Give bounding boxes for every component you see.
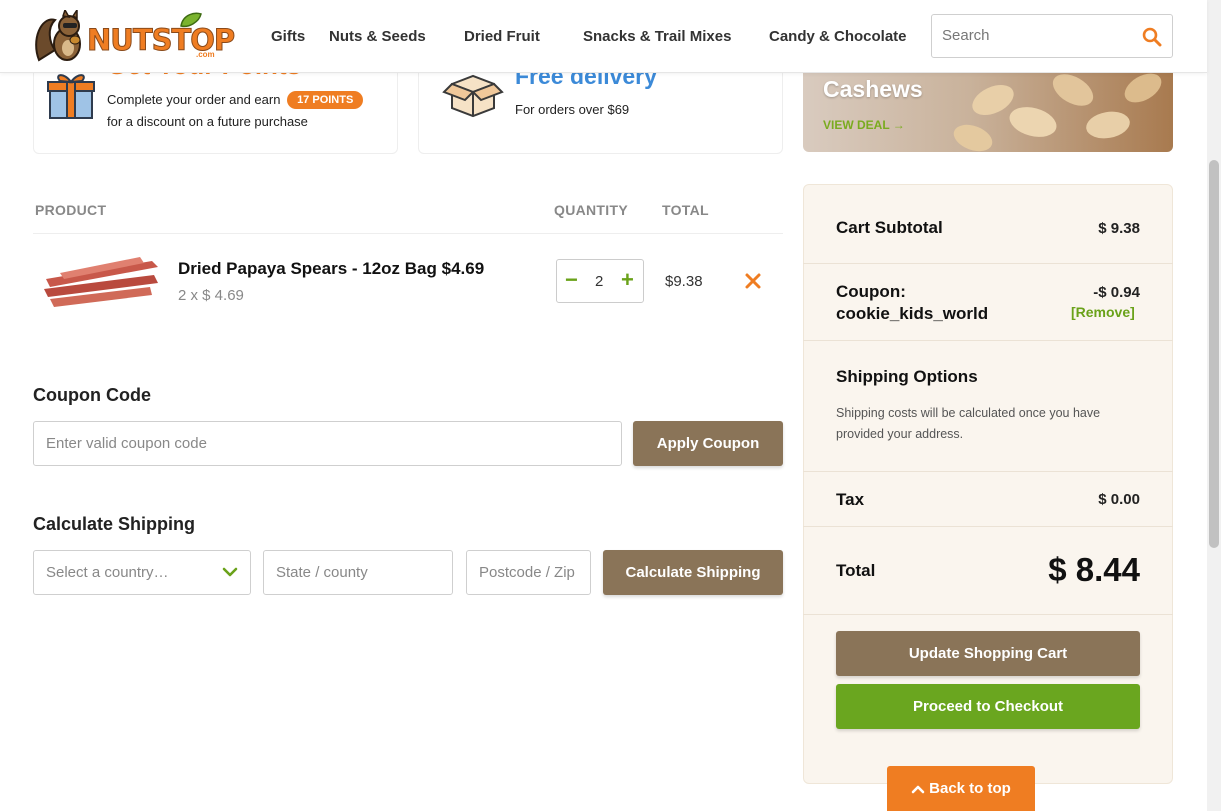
shipping-title: Calculate Shipping (33, 514, 196, 534)
summary-divider (803, 614, 1173, 615)
close-icon[interactable] (744, 272, 762, 290)
cashews-deal-banner[interactable]: Cashews VIEW DEAL → (803, 60, 1173, 152)
chevron-up-icon (911, 785, 925, 793)
coupon-input[interactable]: Enter valid coupon code (33, 421, 622, 466)
cart-page: Get Your Points Complete your order and … (0, 0, 1221, 811)
plus-icon[interactable]: + (621, 268, 634, 292)
checkout-button[interactable]: Proceed to Checkout (836, 684, 1140, 729)
back-to-top-label: Back to top (929, 780, 1011, 797)
quantity-value[interactable]: 2 (595, 273, 603, 290)
line-total: $9.38 (665, 273, 703, 290)
points-text-2: for a discount on a future purchase (107, 114, 308, 129)
squirrel-logo-icon (35, 10, 81, 62)
summary-divider (803, 263, 1173, 264)
nav-snacks-trail-mixes[interactable]: Snacks & Trail Mixes (583, 28, 731, 45)
box-icon (442, 74, 504, 118)
coupon-title: Coupon Code (33, 385, 151, 405)
nav-gifts[interactable]: Gifts (271, 28, 305, 45)
state-field[interactable]: State / county (263, 550, 453, 595)
back-to-top-button[interactable]: Back to top (887, 766, 1035, 811)
total-label: Total (836, 561, 876, 580)
product-thumbnail[interactable] (40, 249, 162, 311)
search-icon[interactable] (1142, 27, 1162, 47)
cashews-image (953, 73, 1162, 152)
summary-divider (803, 340, 1173, 341)
deal-title: Cashews (823, 76, 923, 102)
country-select[interactable]: Select a country… (33, 550, 251, 595)
subtotal-value: $ 9.38 (1098, 220, 1140, 237)
coupon-label: Coupon: (836, 282, 906, 301)
total-value: $ 8.44 (1048, 551, 1140, 588)
minus-icon[interactable]: − (565, 268, 578, 292)
column-header-quantity: QUANTITY (554, 202, 628, 218)
table-divider (33, 233, 783, 234)
product-name[interactable]: Dried Papaya Spears - 12oz Bag $4.69 (178, 259, 484, 279)
site-logo[interactable]: NUTSTOP .com (33, 10, 236, 64)
summary-divider (803, 526, 1173, 527)
quantity-stepper[interactable]: − 2 + (556, 259, 644, 303)
logo-suffix: .com (196, 50, 215, 59)
points-badge: 17 POINTS (287, 91, 364, 109)
column-header-total: TOTAL (662, 202, 709, 218)
points-text-label: Complete your order and earn (107, 92, 281, 107)
coupon-value: -$ 0.94 (1093, 284, 1140, 301)
points-text: Complete your order and earn 17 POINTS (107, 91, 364, 110)
product-unit-price: 2 x $ 4.69 (178, 287, 244, 304)
remove-coupon-link[interactable]: [Remove] (1071, 304, 1135, 320)
apply-coupon-button[interactable]: Apply Coupon (633, 421, 783, 466)
chevron-down-icon[interactable] (222, 566, 238, 578)
postcode-field[interactable]: Postcode / Zip (466, 550, 591, 595)
site-header: NUTSTOP .com Gifts Nuts & Seeds Dried Fr… (0, 0, 1207, 73)
tax-value: $ 0.00 (1098, 491, 1140, 508)
scrollbar-thumb[interactable] (1209, 160, 1219, 548)
delivery-subtitle: For orders over $69 (515, 102, 630, 117)
nav-nuts-seeds[interactable]: Nuts & Seeds (329, 28, 426, 45)
tax-label: Tax (836, 490, 865, 509)
shipping-options-label: Shipping Options (836, 367, 978, 386)
nav-candy-chocolate[interactable]: Candy & Chocolate (769, 28, 907, 45)
update-cart-button[interactable]: Update Shopping Cart (836, 631, 1140, 676)
nav-dried-fruit[interactable]: Dried Fruit (464, 28, 540, 45)
leaf-icon (180, 12, 202, 28)
subtotal-label: Cart Subtotal (836, 218, 943, 237)
shipping-note: Shipping costs will be calculated once y… (836, 406, 1101, 441)
search-input[interactable]: Search (942, 27, 990, 44)
column-header-product: PRODUCT (35, 202, 107, 218)
calculate-shipping-button[interactable]: Calculate Shipping (603, 550, 783, 595)
search-box[interactable]: Search (931, 14, 1173, 58)
gift-icon (47, 74, 95, 119)
view-deal-link[interactable]: VIEW DEAL → (823, 118, 905, 132)
summary-divider (803, 471, 1173, 472)
coupon-code-label: cookie_kids_world (836, 304, 989, 323)
